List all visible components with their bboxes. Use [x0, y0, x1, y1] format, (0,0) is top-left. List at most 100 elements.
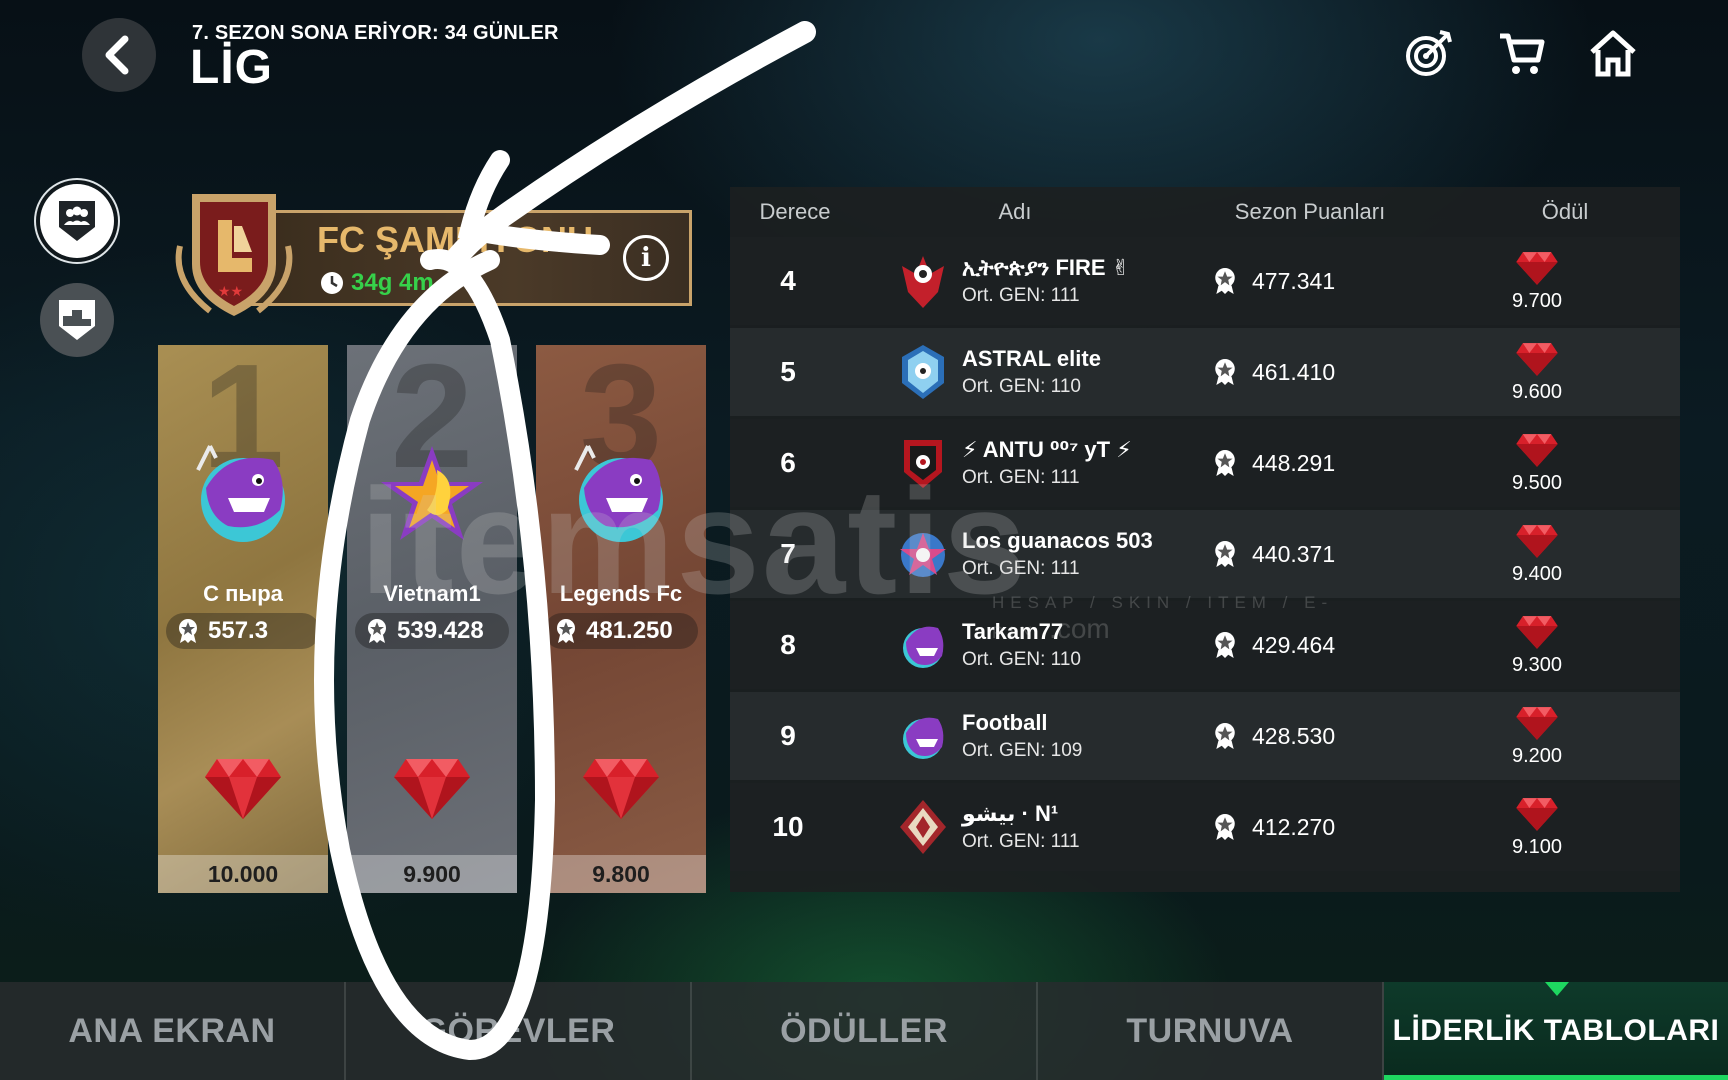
back-button[interactable] — [82, 18, 156, 92]
header-name: Adı — [998, 199, 1032, 224]
gem-reward-icon — [1516, 433, 1558, 467]
table-header: Derece Adı Sezon Puanları Ödül — [730, 187, 1680, 237]
league-banner: FC ŞAMPİYONU 34g 4m i — [248, 210, 692, 306]
table-row[interactable]: 9 Football Ort. GEN: 109 428.530 9.200 — [730, 692, 1680, 780]
league-timer: 34g 4m — [319, 269, 434, 297]
podium-points: 557.3 — [166, 613, 320, 649]
table-row[interactable]: 7 Los guanacos 503 Ort. GEN: 111 440.371… — [730, 510, 1680, 598]
row-avg-rating: Ort. GEN: 111 — [962, 831, 1080, 852]
podium-second[interactable]: 2 Vietnam1 539.428 9.900 — [347, 345, 517, 893]
season-points-icon — [1215, 723, 1235, 749]
row-reward: 9.700 — [1412, 250, 1662, 313]
row-rank: 10 — [772, 811, 804, 842]
row-reward: 9.600 — [1412, 341, 1662, 404]
podium-points: 539.428 — [355, 613, 509, 649]
row-club-name: ኢትዮጵያን FIRE ✌ — [962, 255, 1131, 280]
row-points: 428.530 — [1212, 721, 1412, 751]
league-name: FC ŞAMPİYONU — [317, 219, 594, 260]
nav-leaderboards[interactable]: LİDERLİK TABLOLARI — [1384, 982, 1728, 1080]
row-points: 477.341 — [1212, 266, 1412, 296]
leaderboard-table: Derece Adı Sezon Puanları Ödül 4 ኢትዮጵያን … — [730, 187, 1680, 892]
row-rank: 7 — [780, 538, 796, 569]
row-points-value: 428.530 — [1252, 722, 1336, 749]
page-title: LİG — [190, 41, 273, 94]
table-row[interactable]: 6 ⚡ ANTU ⁰⁰⁷ yT ⚡ Ort. GEN: 111 448.291 … — [730, 419, 1680, 507]
piranha-club-logo-icon — [903, 626, 944, 668]
row-points-value: 477.341 — [1252, 267, 1336, 294]
season-points-icon — [179, 619, 197, 643]
row-reward: 9.400 — [1412, 523, 1662, 586]
row-reward: 9.200 — [1412, 705, 1662, 768]
podium-first[interactable]: 1 С пыра 557.3 10.000 — [158, 345, 328, 893]
row-avg-rating: Ort. GEN: 109 — [962, 740, 1083, 761]
row-reward-value: 9.400 — [1511, 562, 1563, 585]
row-points: 461.410 — [1212, 357, 1412, 387]
table-row[interactable]: 8 Tarkam77 Ort. GEN: 110 429.464 9.300 — [730, 601, 1680, 689]
season-points-icon — [1215, 268, 1235, 294]
home-icon[interactable] — [1586, 26, 1640, 80]
row-reward: 9.300 — [1412, 614, 1662, 677]
podium-club-name: Legends Fc — [559, 581, 683, 606]
target-icon[interactable] — [1402, 26, 1456, 80]
row-club-name: Tarkam77 — [962, 619, 1064, 644]
header-reward: Ödül — [1541, 199, 1589, 224]
row-points-value: 461.410 — [1252, 358, 1336, 385]
podium-reward-value: 9.900 — [347, 855, 517, 893]
gem-reward-icon — [1516, 706, 1558, 740]
astral-club-logo-icon — [902, 345, 944, 399]
piranha-club-logo-icon — [903, 717, 944, 759]
cart-icon[interactable] — [1494, 26, 1548, 80]
info-icon: i — [641, 243, 651, 273]
row-avg-rating: Ort. GEN: 110 — [962, 376, 1081, 397]
row-points-value: 429.464 — [1252, 631, 1336, 658]
row-reward: 9.500 — [1412, 432, 1662, 495]
team-tab-button[interactable] — [40, 184, 114, 258]
row-club-name: Football — [962, 710, 1048, 735]
row-reward-value: 9.300 — [1511, 653, 1563, 676]
row-club-name: بيشو · N¹ — [962, 801, 1059, 826]
podium-points-value: 557.3 — [208, 617, 269, 644]
red-shield-club-logo-icon — [904, 440, 942, 488]
league-rank-badge-icon: ★★ — [175, 194, 293, 316]
info-button[interactable]: i — [623, 235, 669, 281]
star-club-logo-icon — [900, 533, 946, 577]
bottom-nav: ANA EKRAN GÖREVLER ÖDÜLLER TURNUVA LİDER… — [0, 982, 1728, 1080]
podium-icon — [59, 300, 95, 340]
row-reward: 9.100 — [1412, 796, 1662, 859]
row-avg-rating: Ort. GEN: 110 — [962, 649, 1081, 670]
row-rank: 4 — [780, 265, 796, 296]
row-club-name: ⚡ ANTU ⁰⁰⁷ yT ⚡ — [962, 437, 1132, 462]
table-row[interactable]: 4 ኢትዮጵያን FIRE ✌ Ort. GEN: 111 477.341 9.… — [730, 237, 1680, 325]
row-points: 448.291 — [1212, 448, 1412, 478]
season-points-icon — [1215, 541, 1235, 567]
nav-home[interactable]: ANA EKRAN — [0, 982, 346, 1080]
podium-club-name: Vietnam1 — [383, 581, 481, 606]
row-club-name: Los guanacos 503 — [962, 528, 1153, 553]
nav-tournament[interactable]: TURNUVA — [1038, 982, 1384, 1080]
table-row[interactable]: 10 بيشو · N¹ Ort. GEN: 111 412.270 9.100 — [730, 783, 1680, 871]
active-tab-indicator — [1545, 982, 1569, 996]
podium-third[interactable]: 3 Legends Fc 481.250 9.800 — [536, 345, 706, 893]
row-points-value: 448.291 — [1252, 449, 1336, 476]
row-points: 429.464 — [1212, 630, 1412, 660]
piranha-club-logo-icon — [574, 445, 663, 542]
svg-text:★★: ★★ — [218, 284, 243, 300]
piranha-club-logo-icon — [196, 445, 285, 542]
gem-reward-icon — [1516, 615, 1558, 649]
gem-reward-icon — [205, 759, 281, 819]
podium-reward-value: 10.000 — [158, 855, 328, 893]
row-reward-value: 9.100 — [1511, 835, 1563, 858]
table-row[interactable]: 5 ASTRAL elite Ort. GEN: 110 461.410 9.6… — [730, 328, 1680, 416]
season-points-icon — [1215, 632, 1235, 658]
clock-icon — [321, 272, 343, 294]
season-points-icon — [1215, 359, 1235, 385]
nav-rewards[interactable]: ÖDÜLLER — [692, 982, 1038, 1080]
gem-reward-icon — [583, 759, 659, 819]
podium-tab-button[interactable] — [40, 283, 114, 357]
podium-club-name: С пыра — [203, 581, 283, 606]
podium-points-value: 539.428 — [397, 617, 484, 644]
podium-points: 481.250 — [544, 613, 698, 649]
nav-tasks[interactable]: GÖREVLER — [346, 982, 692, 1080]
row-points: 440.371 — [1212, 539, 1412, 569]
season-points-icon — [1215, 450, 1235, 476]
